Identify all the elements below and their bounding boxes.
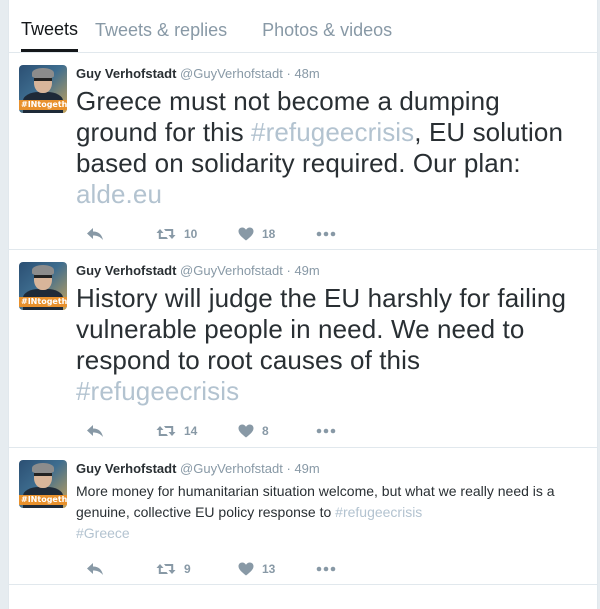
avatar-badge: #INtogether [19,495,67,505]
tweet-text-segment: More money for humanitarian situation we… [76,483,555,520]
retweet-button[interactable]: 10 [156,227,238,241]
avatar[interactable]: #INtogether [19,262,67,310]
more-button[interactable] [316,231,356,237]
tab-photos-and-videos[interactable]: Photos & videos [262,11,409,52]
hashtag-link[interactable]: #refugeecrisis [76,376,239,406]
reply-button[interactable] [76,562,156,576]
reply-icon [87,228,103,240]
tweet-actions: 14 8 [76,421,585,441]
retweet-icon [156,229,176,239]
retweet-button[interactable]: 14 [156,424,238,438]
timeline: Tweets Tweets & replies Photos & videos … [8,0,598,609]
tweet-text: Greece must not become a dumping ground … [76,86,585,210]
tweet-header: Guy Verhofstadt @GuyVerhofstadt · 49m [76,250,585,279]
separator-dot: · [286,263,291,278]
author-name[interactable]: Guy Verhofstadt [76,66,176,81]
tweet-actions: 10 18 [76,224,585,244]
like-count: 8 [262,424,269,438]
retweet-count: 9 [184,562,191,576]
tweet-header: Guy Verhofstadt @GuyVerhofstadt · 48m [76,53,585,82]
author-handle[interactable]: @GuyVerhofstadt [180,66,283,81]
avatar-badge: #INtogether [19,297,67,307]
avatar[interactable]: #INtogether [19,460,67,508]
like-count: 18 [262,227,276,241]
retweet-icon [156,564,176,574]
separator-dot: · [286,66,291,81]
separator-dot: · [286,461,291,476]
tab-tweets-and-replies[interactable]: Tweets & replies [95,11,262,52]
reply-button[interactable] [76,227,156,241]
retweet-count: 14 [184,424,198,438]
heart-icon [238,562,254,576]
more-icon [316,231,336,237]
reply-button[interactable] [76,424,156,438]
author-handle[interactable]: @GuyVerhofstadt [180,263,283,278]
more-button[interactable] [316,566,356,572]
more-button[interactable] [316,428,356,434]
author-name[interactable]: Guy Verhofstadt [76,263,176,278]
url-link[interactable]: alde.eu [76,179,162,209]
author-handle[interactable]: @GuyVerhofstadt [180,461,283,476]
tab-tweets[interactable]: Tweets [21,11,79,52]
hashtag-link[interactable]: #refugeecrisis [251,117,414,147]
author-name[interactable]: Guy Verhofstadt [76,461,176,476]
tweet-text-segment: History will judge the EU harshly for fa… [76,283,567,375]
tweet-actions: 9 13 [76,559,585,579]
avatar[interactable]: #INtogether [19,65,67,113]
reply-icon [87,563,103,575]
reply-icon [87,425,103,437]
tweet-timestamp[interactable]: 49m [294,263,319,278]
like-button[interactable]: 8 [238,424,316,438]
tweet[interactable]: #INtogether Guy Verhofstadt @GuyVerhofst… [9,250,597,448]
heart-icon [238,424,254,438]
heart-icon [238,227,254,241]
more-icon [316,428,336,434]
avatar-badge: #INtogether [19,100,67,110]
tweet[interactable]: #INtogether Guy Verhofstadt @GuyVerhofst… [9,53,597,250]
retweet-button[interactable]: 9 [156,562,238,576]
retweet-count: 10 [184,227,198,241]
hashtag-link[interactable]: #Greece [76,525,130,541]
like-button[interactable]: 13 [238,562,316,576]
tweet[interactable]: #INtogether Guy Verhofstadt @GuyVerhofst… [9,448,597,585]
hashtag-link[interactable]: #refugeecrisis [335,504,422,520]
tweet-text: History will judge the EU harshly for fa… [76,283,585,407]
more-icon [316,566,336,572]
tweet-header: Guy Verhofstadt @GuyVerhofstadt · 49m [76,448,585,477]
retweet-icon [156,426,176,436]
tweet-text: More money for humanitarian situation we… [76,481,585,544]
like-count: 13 [262,562,276,576]
tweet-timestamp[interactable]: 49m [294,461,319,476]
profile-tabs: Tweets Tweets & replies Photos & videos [9,0,597,53]
like-button[interactable]: 18 [238,227,316,241]
tweet-timestamp[interactable]: 48m [294,66,319,81]
